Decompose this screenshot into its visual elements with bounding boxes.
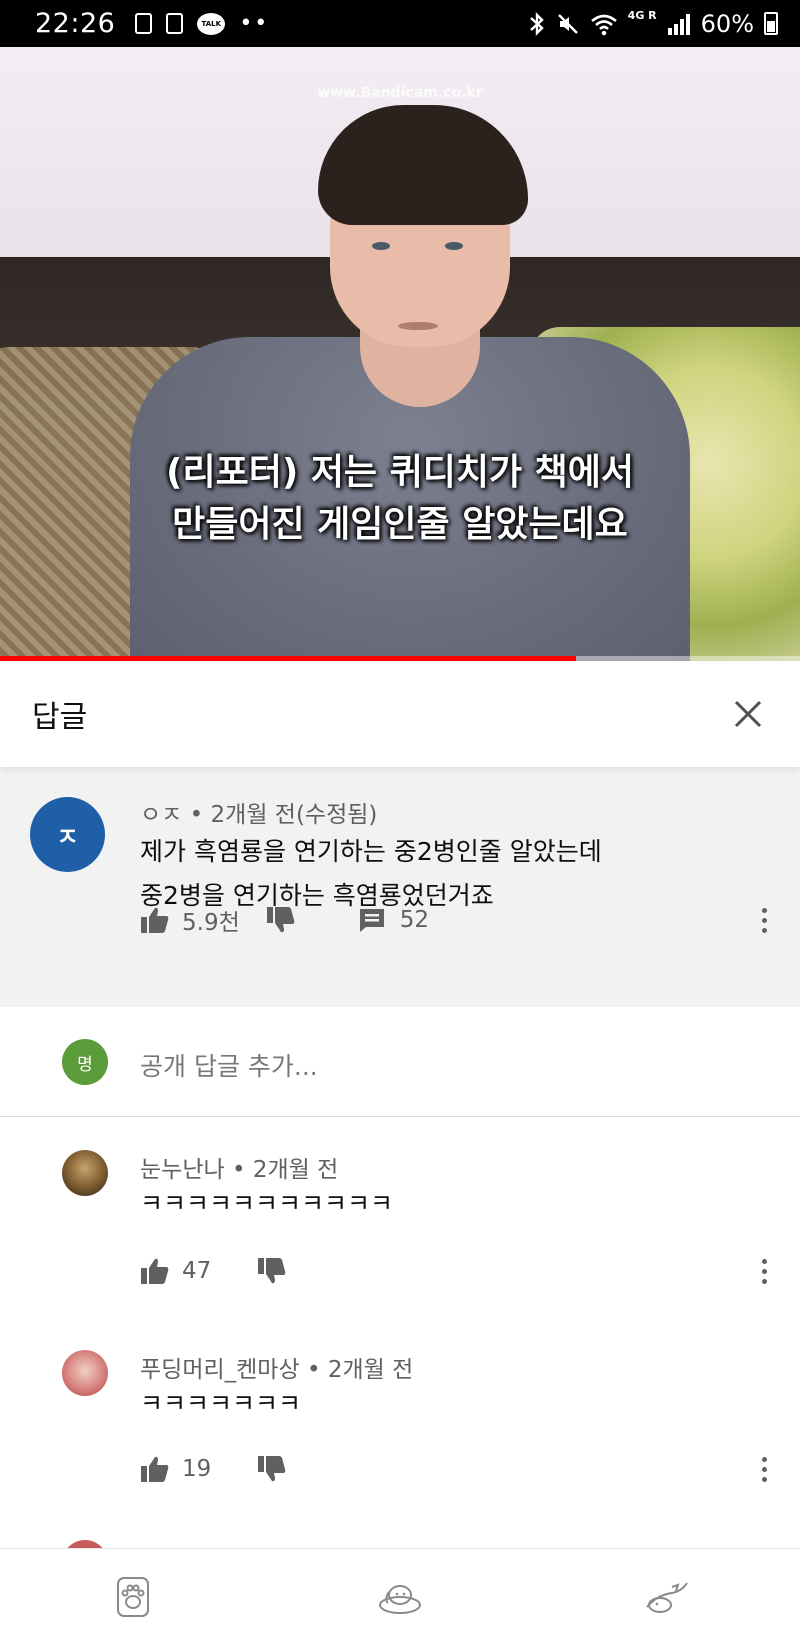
- status-time: 22:26: [35, 8, 116, 39]
- nav-button-paw[interactable]: [98, 1567, 168, 1627]
- thumbs-up-icon: [141, 1258, 169, 1284]
- meta-separator: •: [189, 802, 211, 828]
- like-count: 5.9천: [182, 910, 240, 936]
- nav-button-sleeping-dog[interactable]: [632, 1567, 702, 1627]
- bottom-navigation: [0, 1548, 800, 1645]
- bluetooth-icon: [529, 11, 544, 36]
- video-player[interactable]: www.Bandicam.co.kr (리포터) 저는 퀴디치가 책에서 만들어…: [0, 47, 800, 661]
- sleeping-dog-icon: [645, 1582, 688, 1613]
- thumbs-up-icon: [141, 1456, 169, 1482]
- like-button[interactable]: [140, 906, 170, 934]
- reply-count: 52: [399, 907, 430, 933]
- reply-more-menu-icon[interactable]: [754, 1449, 774, 1489]
- replies-header: 답글: [0, 661, 800, 767]
- video-person-mouth: [398, 322, 438, 330]
- meta-separator: •: [231, 1157, 253, 1183]
- dislike-button[interactable]: [266, 906, 296, 934]
- thumbs-up-icon: [141, 907, 169, 933]
- stats-app-icon: [135, 13, 153, 34]
- stats-app-icon-2: [166, 13, 184, 34]
- commenter-avatar[interactable]: ㅈ: [30, 797, 105, 872]
- reply-count-button[interactable]: 52: [358, 907, 429, 933]
- battery-percent: 60%: [700, 9, 754, 38]
- comment-time: 2개월 전(수정됨): [210, 802, 378, 828]
- thumbs-down-icon: [258, 1456, 286, 1482]
- close-button[interactable]: [728, 694, 768, 734]
- more-notifications-icon: ••: [239, 11, 270, 36]
- like-button[interactable]: [140, 1455, 170, 1483]
- reply-author[interactable]: 눈누난나: [140, 1157, 225, 1183]
- dislike-button[interactable]: [257, 1257, 287, 1285]
- reply-actions: 19: [140, 1449, 287, 1489]
- signal-icon: [667, 13, 690, 35]
- thumbs-down-icon: [258, 1258, 286, 1284]
- replies-title: 답글: [32, 700, 88, 735]
- video-watermark: www.Bandicam.co.kr: [317, 85, 483, 101]
- like-count: 19: [182, 1456, 212, 1482]
- subtitle-line-1: (리포터) 저는 퀴디치가 책에서: [166, 452, 634, 493]
- mute-icon: [557, 13, 578, 34]
- comment-author[interactable]: ㅇㅈ: [140, 802, 182, 828]
- reply-meta: 푸딩머리_켄마상 • 2개월 전: [140, 1350, 413, 1384]
- youtube-replies-screen: 22:26 TALK •• 4G R 60% www.Bandicam.co.k…: [0, 0, 800, 1645]
- reply-text: ㅋㅋㅋㅋㅋㅋㅋㅋㅋㅋㅋ: [140, 1189, 394, 1218]
- comment-meta: ㅇㅈ • 2개월 전(수정됨): [140, 795, 377, 829]
- reply-more-menu-icon[interactable]: [754, 1251, 774, 1291]
- reply-time: 2개월 전: [252, 1157, 339, 1183]
- paw-icon: [117, 1577, 150, 1617]
- puppy-icon: [378, 1585, 421, 1614]
- close-icon: [734, 700, 762, 728]
- dislike-button[interactable]: [257, 1455, 287, 1483]
- video-person-eye-left: [372, 242, 390, 250]
- video-person-eye-right: [445, 242, 463, 250]
- reply-avatar[interactable]: [62, 1150, 108, 1196]
- status-bar: 22:26 TALK •• 4G R 60%: [0, 0, 800, 47]
- kakaotalk-icon: TALK: [197, 12, 226, 35]
- like-count: 47: [182, 1258, 212, 1284]
- comment-text-line-1: 제가 흑염룡을 연기하는 중2병인줄 알았는데: [140, 837, 602, 866]
- reply-author[interactable]: 푸딩머리_켄마상: [140, 1357, 300, 1383]
- comment-actions: 5.9천 52: [140, 900, 429, 940]
- thumbs-down-icon: [266, 907, 295, 933]
- subtitle-line-2: 만들어진 게임인줄 알았는데요: [172, 504, 628, 545]
- nav-button-puppy[interactable]: [365, 1567, 435, 1627]
- add-reply-input[interactable]: 공개 답글 추가...: [140, 1047, 318, 1083]
- wifi-icon: [590, 14, 617, 35]
- reply-meta: 눈누난나 • 2개월 전: [140, 1150, 338, 1184]
- comment-more-menu-icon[interactable]: [754, 900, 774, 940]
- current-user-avatar: 명: [62, 1039, 108, 1085]
- network-type: 4G R: [627, 9, 657, 22]
- battery-icon: [764, 12, 778, 35]
- video-subtitle: (리포터) 저는 퀴디치가 책에서 만들어진 게임인줄 알았는데요: [0, 447, 800, 551]
- parent-comment: ㅈ ㅇㅈ • 2개월 전(수정됨) 제가 흑염룡을 연기하는 중2병인줄 알았는…: [0, 767, 800, 1007]
- reply-actions: 47: [140, 1251, 287, 1291]
- status-right: 4G R 60%: [528, 9, 778, 38]
- meta-separator: •: [306, 1357, 328, 1383]
- add-reply-row[interactable]: 명 공개 답글 추가...: [0, 1007, 800, 1117]
- reply-avatar[interactable]: [62, 1350, 108, 1396]
- comment-icon: [359, 909, 384, 932]
- reply-time: 2개월 전: [327, 1357, 414, 1383]
- reply-text: ㅋㅋㅋㅋㅋㅋㅋ: [140, 1389, 302, 1418]
- like-button[interactable]: [140, 1257, 170, 1285]
